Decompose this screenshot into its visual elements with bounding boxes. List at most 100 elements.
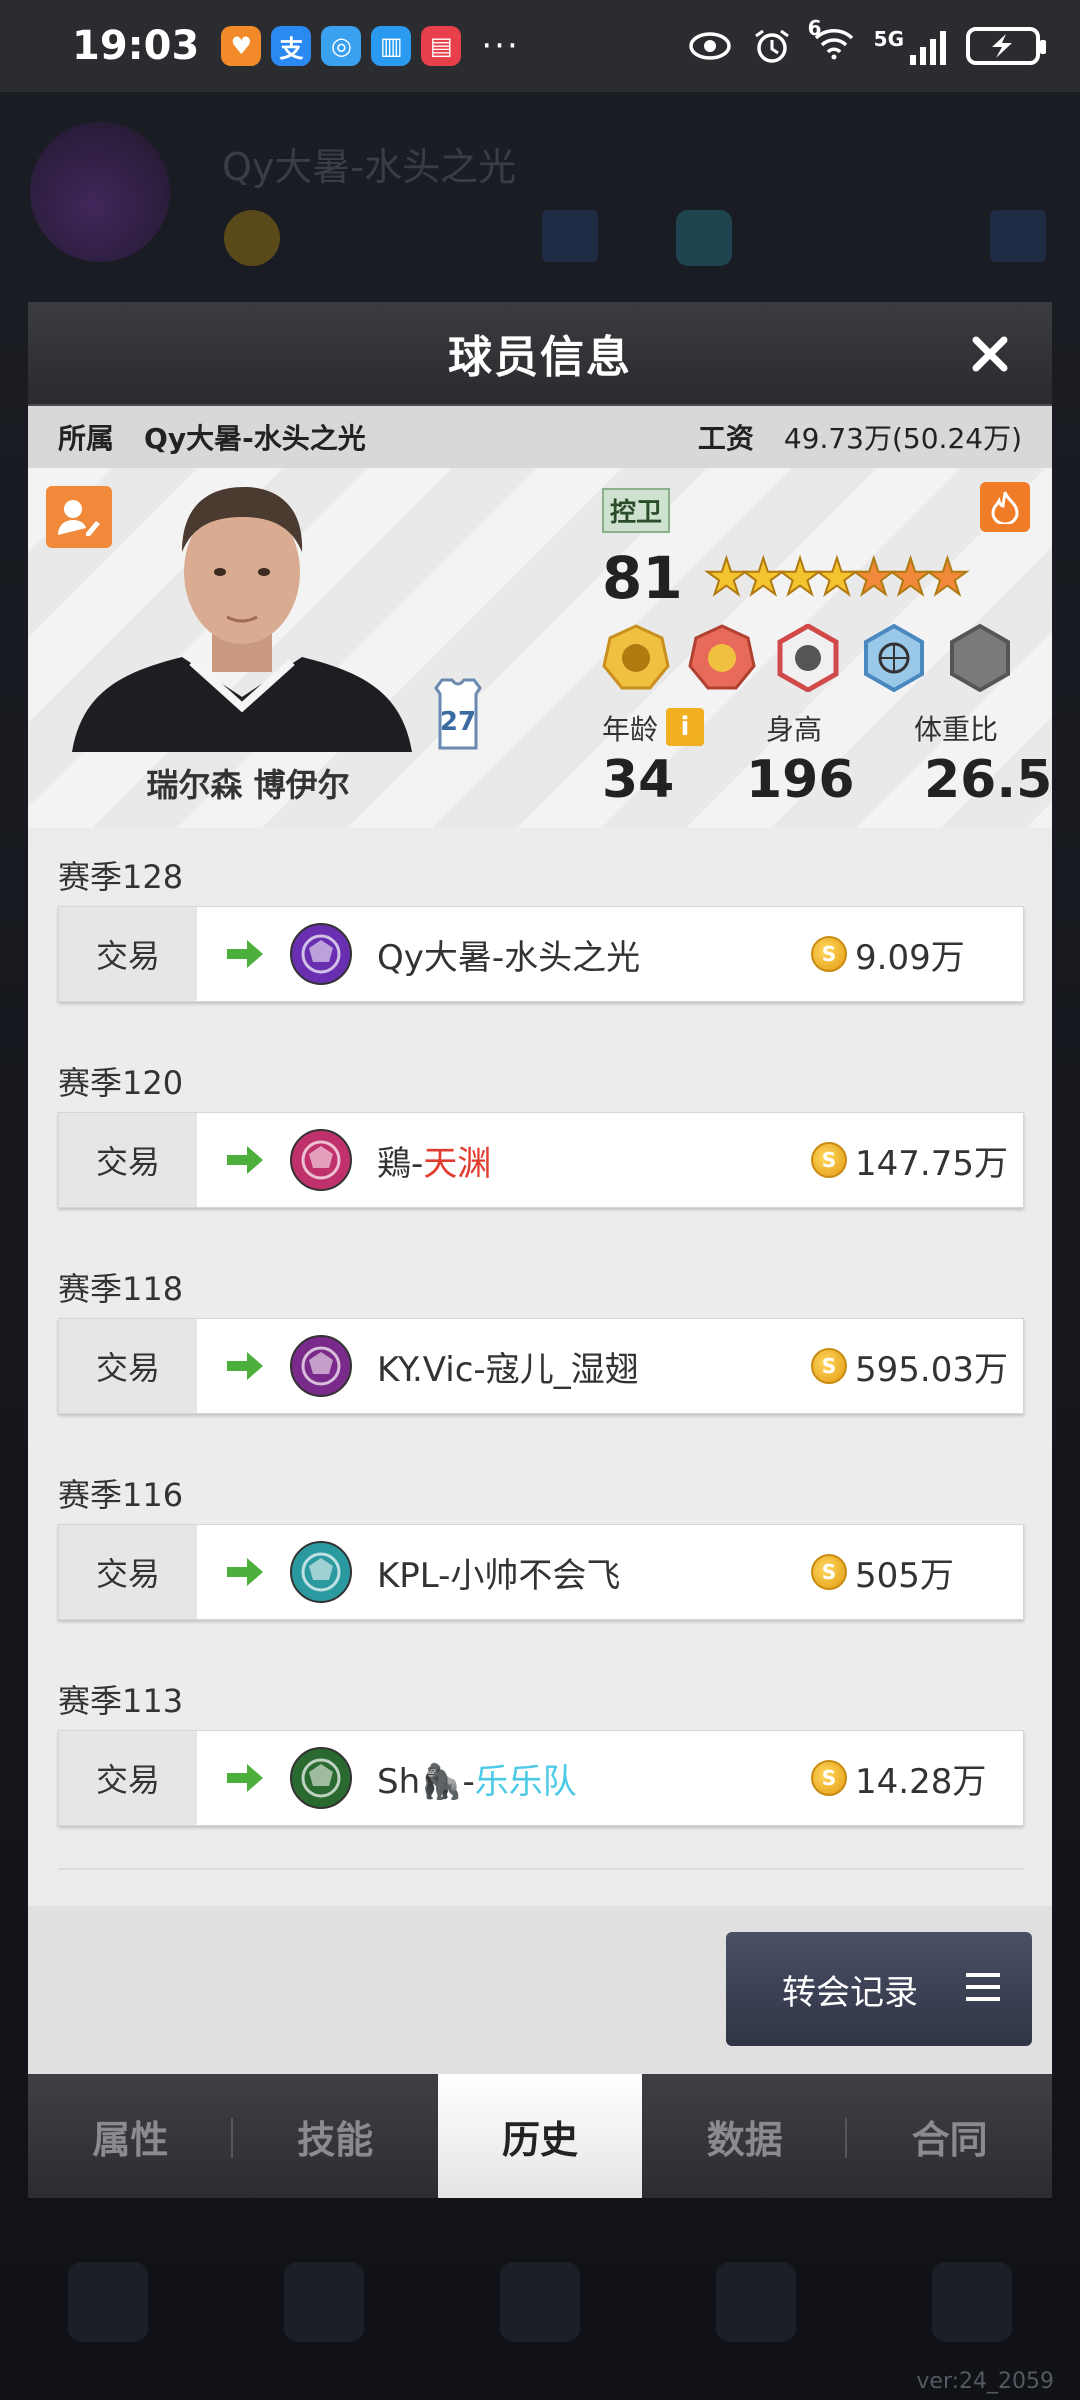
dock-icon — [932, 2262, 1012, 2342]
star-icon: ★ — [924, 548, 971, 606]
close-icon — [972, 336, 1008, 372]
team-logo-icon — [290, 1747, 352, 1809]
badge-empty-icon — [946, 623, 1014, 693]
list-divider — [58, 1868, 1024, 1870]
battery-icon — [966, 27, 1046, 65]
team-name-prefix: KY.Vic-寇儿_湿翅 — [377, 1349, 639, 1390]
season-label: 赛季118 — [58, 1270, 184, 1308]
affiliation-team: Qy大暑-水头之光 — [144, 422, 366, 455]
trade-price-value: 147.75万 — [855, 1143, 1008, 1184]
dock-icon — [68, 2262, 148, 2342]
tab-4[interactable]: 合同 — [847, 2074, 1052, 2198]
mail-app-icon: ▤ — [421, 26, 462, 66]
dock-icon — [284, 2262, 364, 2342]
badge-brain-icon — [774, 623, 842, 693]
badge-web-icon — [860, 623, 928, 693]
status-time: 19:03 — [72, 23, 200, 69]
weight-ratio-label: 体重比 — [914, 713, 999, 746]
season-label: 赛季116 — [58, 1476, 184, 1514]
team-avatar — [30, 122, 170, 262]
add-gems-button — [990, 210, 1046, 262]
book-app-icon: ▥ — [371, 26, 412, 66]
team-name-prefix: KPL-小帅不会飞 — [377, 1555, 621, 1596]
tab-2[interactable]: 历史 — [437, 2074, 643, 2198]
team-logo-icon — [290, 1335, 352, 1397]
trade-row[interactable]: 交易 鶏-天渊 S 147.75万 — [58, 1112, 1024, 1208]
team-logo-icon — [290, 1541, 352, 1603]
team-name-prefix: 鶏- — [377, 1143, 424, 1184]
height-label: 身高 — [766, 713, 823, 746]
team-name: 鶏-天渊 — [377, 1136, 491, 1185]
team-name-prefix: Sh🦍- — [377, 1761, 475, 1802]
more-notifications-icon: ··· — [481, 26, 520, 66]
player-info-modal: 球员信息 所属 Qy大暑-水头之光 工资 49.73万(50.24万) 27 瑞… — [28, 302, 1052, 2198]
trade-price-value: 14.28万 — [855, 1761, 987, 1802]
team-name-suffix: 天渊 — [423, 1143, 492, 1184]
dock-icon — [500, 2262, 580, 2342]
fire-button[interactable] — [980, 482, 1030, 532]
jersey-icon: 27 — [434, 678, 482, 750]
team-name: KPL-小帅不会飞 — [377, 1548, 620, 1597]
modal-header: 球员信息 — [28, 302, 1052, 406]
alarm-icon — [754, 29, 789, 63]
close-button[interactable] — [962, 326, 1018, 382]
version-label: ver:24_2059 — [916, 2369, 1054, 2394]
skill-badges — [602, 623, 1014, 693]
age-label: 年龄 — [602, 713, 659, 746]
arrow-right-icon — [227, 1764, 263, 1792]
footer-area: 转会记录 — [28, 1906, 1052, 2074]
coin-icon: S — [811, 1348, 847, 1384]
transfer-history-list: 赛季128 交易 Qy大暑-水头之光 S 9.09万 赛季120 交易 鶏-天渊… — [28, 842, 1052, 1850]
coin-icon: S — [811, 1142, 847, 1178]
transfer-record-label: 转会记录 — [782, 1972, 918, 2013]
age-value: 34 — [602, 750, 675, 810]
tab-1[interactable]: 技能 — [233, 2074, 438, 2198]
trade-price: S 505万 — [811, 1525, 954, 1619]
tab-3[interactable]: 数据 — [642, 2074, 847, 2198]
trade-price: S 147.75万 — [811, 1113, 1008, 1207]
salary-label: 工资 — [697, 422, 754, 455]
trade-type: 交易 — [59, 1731, 197, 1825]
browser-app-icon: ◎ — [321, 26, 362, 66]
trade-price: S 14.28万 — [811, 1731, 986, 1825]
info-strip: 所属 Qy大暑-水头之光 工资 49.73万(50.24万) — [28, 406, 1052, 468]
coin-icon: S — [811, 936, 847, 972]
coin-icon: S — [811, 1554, 847, 1590]
signal-icon: 5G — [874, 27, 948, 65]
arrow-right-icon — [227, 1146, 263, 1174]
trade-row[interactable]: 交易 KPL-小帅不会飞 S 505万 — [58, 1524, 1024, 1620]
trade-row[interactable]: 交易 Sh🦍-乐乐队 S 14.28万 — [58, 1730, 1024, 1826]
season-label: 赛季128 — [58, 858, 184, 896]
info-icon[interactable]: i — [666, 708, 705, 746]
add-coins-button — [542, 210, 598, 262]
svg-text:27: 27 — [440, 707, 476, 737]
dock-icon — [716, 2262, 796, 2342]
trade-price-value: 595.03万 — [855, 1349, 1008, 1390]
season-block: 赛季113 交易 Sh🦍-乐乐队 S 14.28万 — [28, 1666, 1052, 1872]
player-name: 瑞尔森 博伊尔 — [146, 766, 350, 804]
menu-icon — [966, 1973, 1000, 2001]
wifi-icon: 6 — [808, 16, 856, 68]
affiliation-label: 所属 — [58, 422, 115, 455]
height-value: 196 — [746, 750, 855, 810]
transfer-record-button[interactable]: 转会记录 — [726, 1932, 1032, 2046]
tab-bar: 属性 技能 历史 数据 合同 — [28, 2074, 1052, 2198]
season-block: 赛季128 交易 Qy大暑-水头之光 S 9.09万 — [28, 842, 1052, 1048]
trade-price: S 9.09万 — [811, 907, 965, 1001]
team-name: Qy大暑-水头之光 — [377, 930, 640, 979]
coin-icon: S — [811, 1760, 847, 1796]
trade-row[interactable]: 交易 Qy大暑-水头之光 S 9.09万 — [58, 906, 1024, 1002]
season-block: 赛季120 交易 鶏-天渊 S 147.75万 — [28, 1048, 1052, 1254]
season-block: 赛季118 交易 KY.Vic-寇儿_湿翅 S 595.03万 — [28, 1254, 1052, 1460]
season-label: 赛季113 — [58, 1682, 184, 1720]
status-bar: 19:03 ♥ 支 ◎ ▥ ▤ ··· 6 5G — [0, 0, 1080, 92]
arrow-right-icon — [227, 1352, 263, 1380]
salary-value: 49.73万(50.24万) — [783, 422, 1022, 455]
trade-type: 交易 — [59, 1525, 197, 1619]
badge-gold-shooter-icon — [602, 624, 670, 692]
tab-0[interactable]: 属性 — [28, 2074, 233, 2198]
badge-red-dunker-icon — [688, 624, 756, 692]
player-portrait — [72, 487, 412, 752]
trade-row[interactable]: 交易 KY.Vic-寇儿_湿翅 S 595.03万 — [58, 1318, 1024, 1414]
star-rating: ★ ★ ★ ★ ★ ★ ★ — [703, 551, 971, 603]
